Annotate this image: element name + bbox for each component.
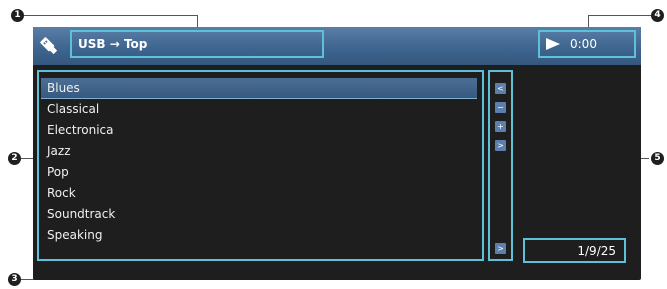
- page-down-button[interactable]: +: [495, 121, 506, 132]
- page-up-button[interactable]: −: [495, 102, 506, 113]
- list-item[interactable]: Rock: [41, 183, 477, 204]
- list-item[interactable]: Blues: [41, 78, 477, 99]
- play-icon: [546, 38, 560, 50]
- list-item[interactable]: Pop: [41, 162, 477, 183]
- list-item[interactable]: Jazz: [41, 141, 477, 162]
- callout-2: 2: [8, 152, 21, 165]
- list-item[interactable]: Classical: [41, 99, 477, 120]
- callout-5: 5: [651, 152, 664, 165]
- content-list: Blues Classical Electronica Jazz Pop Roc…: [37, 70, 484, 261]
- list-item[interactable]: Speaking: [41, 225, 477, 246]
- page-indicator: 1/9/25: [523, 238, 626, 263]
- callout-3: 3: [8, 273, 21, 286]
- callout-1-line: [20, 15, 198, 16]
- play-time: 0:00: [570, 37, 597, 51]
- scroll-controls: < − + > >: [488, 70, 513, 261]
- callout-4-line: [588, 15, 656, 16]
- list-item[interactable]: Electronica: [41, 120, 477, 141]
- callout-4: 4: [651, 9, 664, 22]
- callout-1: 1: [11, 9, 24, 22]
- scroll-up-button[interactable]: <: [495, 83, 506, 94]
- usb-icon: [40, 37, 58, 55]
- playback-status: 0:00: [538, 30, 636, 58]
- scroll-end-button[interactable]: >: [495, 243, 506, 254]
- list-item[interactable]: Soundtrack: [41, 204, 477, 225]
- scroll-down-button[interactable]: >: [495, 140, 506, 151]
- header-bar: USB → Top 0:00: [33, 27, 641, 65]
- browse-screen: USB → Top 0:00 Blues Classical Electroni…: [33, 27, 641, 280]
- breadcrumb: USB → Top: [70, 30, 324, 58]
